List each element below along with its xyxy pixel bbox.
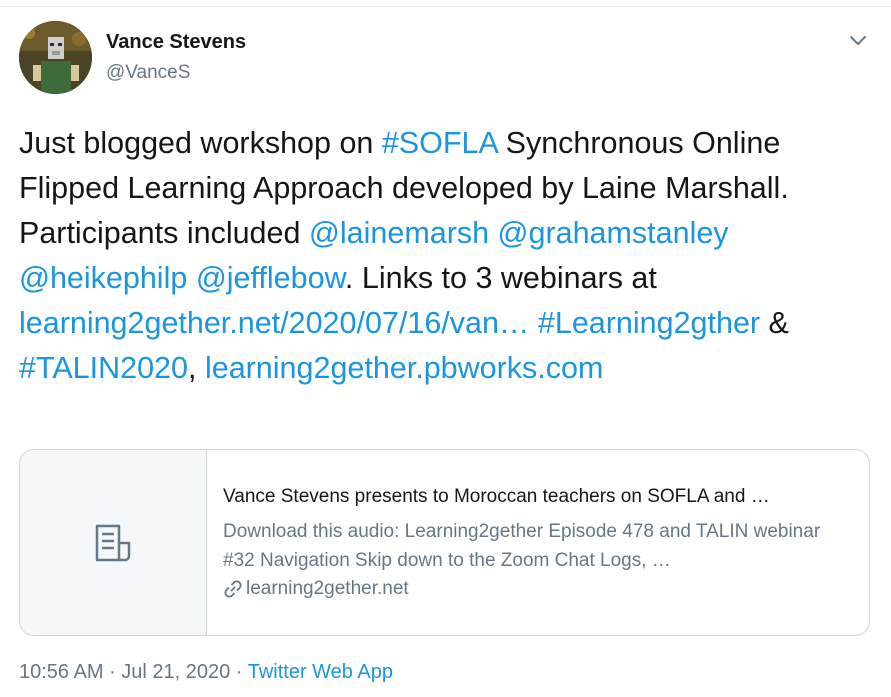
document-icon [95,524,131,562]
tweet-date[interactable]: Jul 21, 2020 [121,661,230,683]
hashtag-link[interactable]: #Learning2gther [538,306,760,340]
link-icon [224,580,242,598]
tweet-meta: 10:56 AM · Jul 21, 2020 · Twitter Web Ap… [19,661,393,684]
chevron-down-icon[interactable] [846,31,870,51]
url-link[interactable]: learning2gether.pbworks.com [205,351,603,385]
tweet-text-segment: & [760,306,789,340]
card-description: Download this audio: Learning2gether Epi… [223,521,821,571]
hashtag-link[interactable]: #SOFLA [382,126,497,160]
mention-link[interactable]: @grahamstanley [498,216,729,250]
card-thumbnail [20,450,207,635]
card-domain: learning2gether.net [223,578,409,600]
card-title: Vance Stevens presents to Moroccan teach… [223,486,770,507]
hashtag-link[interactable]: #TALIN2020 [19,351,188,385]
avatar[interactable] [19,21,92,94]
tweet-text-segment [489,216,497,250]
tweet-text-segment [187,261,195,295]
author-handle[interactable]: @VanceS [106,62,190,84]
tweet-time[interactable]: 10:56 AM [19,661,104,683]
link-card[interactable]: Vance Stevens presents to Moroccan teach… [19,449,870,636]
author-name[interactable]: Vance Stevens [106,31,246,54]
tweet-text-segment [529,306,537,340]
tweet-text: Just blogged workshop on #SOFLA Synchron… [19,121,879,391]
tweet-text-segment: Just blogged workshop on [19,126,382,160]
meta-separator: · [103,661,122,683]
mention-link[interactable]: @heikephilp [19,261,187,295]
tweet-text-segment: . Links to 3 webinars at [344,261,657,295]
url-link[interactable]: learning2gether.net/2020/07/16/van… [19,306,529,340]
mention-link[interactable]: @jefflebow [196,261,345,295]
tweet-text-segment: , [188,351,205,385]
source-app-link[interactable]: Twitter Web App [248,661,393,683]
card-domain-text: learning2gether.net [246,578,409,599]
meta-separator: · [230,661,248,683]
top-divider [0,6,891,7]
mention-link[interactable]: @lainemarsh [309,216,489,250]
